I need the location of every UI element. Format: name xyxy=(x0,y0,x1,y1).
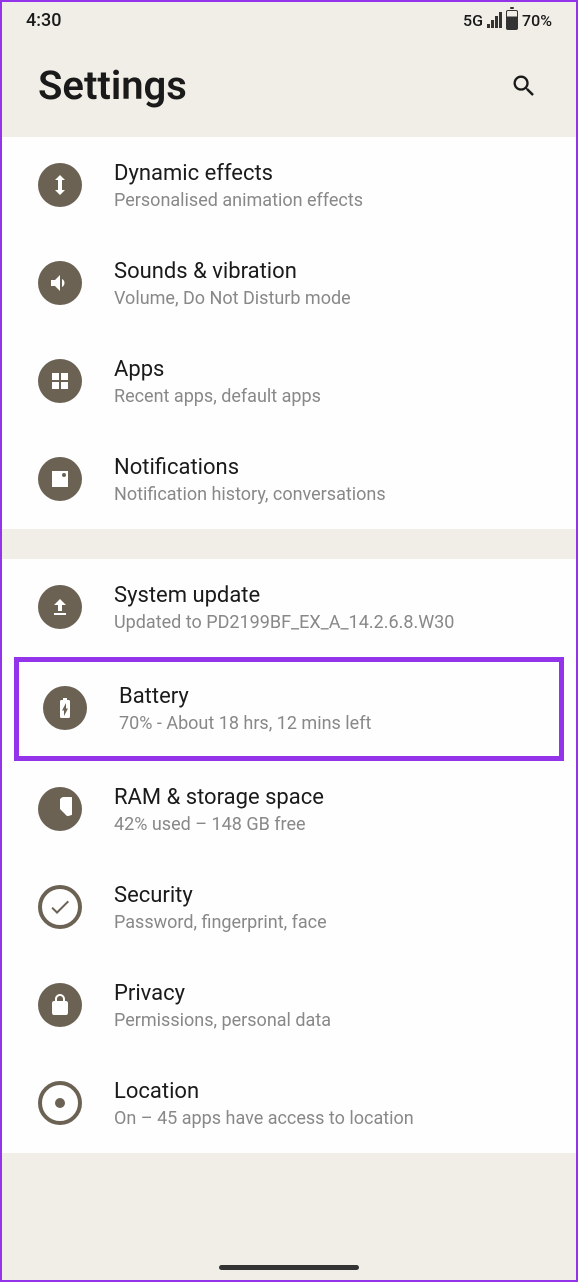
settings-item-storage[interactable]: RAM & storage space 42% used – 148 GB fr… xyxy=(2,761,576,859)
settings-section-2: System update Updated to PD2199BF_EX_A_1… xyxy=(2,559,576,1153)
header: Settings xyxy=(2,38,576,137)
settings-item-privacy[interactable]: Privacy Permissions, personal data xyxy=(2,957,576,1055)
battery-icon xyxy=(506,10,518,30)
settings-item-sounds[interactable]: Sounds & vibration Volume, Do Not Distur… xyxy=(2,235,576,333)
item-title: Apps xyxy=(114,357,540,382)
item-subtitle: Notification history, conversations xyxy=(114,484,540,505)
item-title: Battery xyxy=(119,684,535,709)
settings-item-battery[interactable]: Battery 70% - About 18 hrs, 12 mins left xyxy=(14,657,564,761)
item-subtitle: On – 45 apps have access to location xyxy=(114,1108,540,1129)
battery-charging-icon xyxy=(43,686,87,730)
item-subtitle: Updated to PD2199BF_EX_A_14.2.6.8.W30 xyxy=(114,612,540,633)
item-title: Privacy xyxy=(114,981,540,1006)
dynamic-effects-icon xyxy=(38,163,82,207)
item-subtitle: Volume, Do Not Disturb mode xyxy=(114,288,540,309)
item-subtitle: Personalised animation effects xyxy=(114,190,540,211)
status-time: 4:30 xyxy=(26,10,61,31)
settings-item-apps[interactable]: Apps Recent apps, default apps xyxy=(2,333,576,431)
battery-percent: 70% xyxy=(522,11,552,30)
item-subtitle: Password, fingerprint, face xyxy=(114,912,540,933)
item-subtitle: 70% - About 18 hrs, 12 mins left xyxy=(119,713,535,734)
item-title: Location xyxy=(114,1079,540,1104)
location-pin-icon xyxy=(38,1081,82,1125)
apps-grid-icon xyxy=(38,359,82,403)
item-subtitle: 42% used – 148 GB free xyxy=(114,814,540,835)
item-subtitle: Recent apps, default apps xyxy=(114,386,540,407)
settings-section-1: Dynamic effects Personalised animation e… xyxy=(2,137,576,529)
shield-icon xyxy=(38,885,82,929)
page-title: Settings xyxy=(38,62,187,109)
speaker-icon xyxy=(38,261,82,305)
search-button[interactable] xyxy=(508,70,540,102)
home-indicator[interactable] xyxy=(219,1265,359,1270)
item-title: Sounds & vibration xyxy=(114,259,540,284)
item-title: Dynamic effects xyxy=(114,161,540,186)
status-bar: 4:30 5G 70% xyxy=(2,2,576,38)
settings-item-notifications[interactable]: Notifications Notification history, conv… xyxy=(2,431,576,529)
item-title: RAM & storage space xyxy=(114,785,540,810)
settings-item-dynamic-effects[interactable]: Dynamic effects Personalised animation e… xyxy=(2,137,576,235)
signal-icon xyxy=(487,12,502,28)
update-arrow-icon xyxy=(38,585,82,629)
notifications-icon xyxy=(38,457,82,501)
item-title: Notifications xyxy=(114,455,540,480)
settings-item-system-update[interactable]: System update Updated to PD2199BF_EX_A_1… xyxy=(2,559,576,657)
pie-chart-icon xyxy=(38,787,82,831)
settings-item-security[interactable]: Security Password, fingerprint, face xyxy=(2,859,576,957)
lock-icon xyxy=(38,983,82,1027)
search-icon xyxy=(510,72,538,100)
settings-item-location[interactable]: Location On – 45 apps have access to loc… xyxy=(2,1055,576,1153)
network-type: 5G xyxy=(463,11,483,30)
status-right: 5G 70% xyxy=(463,10,552,30)
item-title: Security xyxy=(114,883,540,908)
item-subtitle: Permissions, personal data xyxy=(114,1010,540,1031)
item-title: System update xyxy=(114,583,540,608)
